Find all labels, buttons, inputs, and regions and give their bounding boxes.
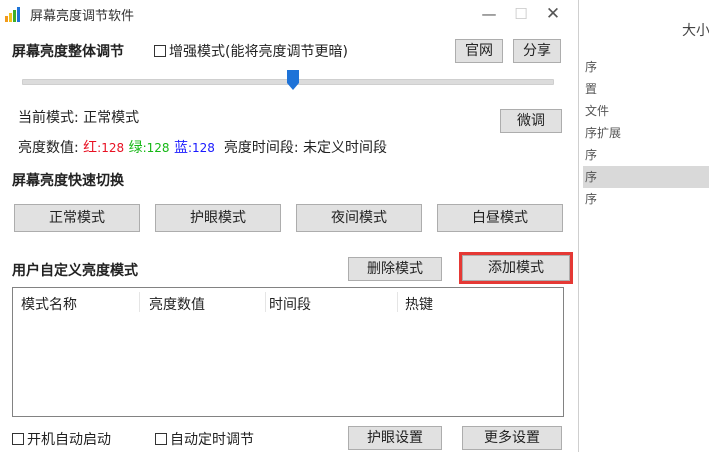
column-header-brightness[interactable]: 亮度数值 [149, 294, 205, 314]
enhance-mode-label: 增强模式(能将亮度调节更暗) [169, 44, 348, 60]
minimize-icon[interactable]: — [474, 3, 504, 25]
autostart-checkbox[interactable]: 开机自动启动 [12, 429, 111, 449]
auto-timer-label: 自动定时调节 [170, 432, 254, 448]
maximize-icon[interactable]: ☐ [506, 3, 536, 25]
background-list: 序 置 文件 序扩展 序 序 序 [583, 56, 709, 210]
brightness-app-window: 屏幕亮度调节软件 — ☐ ✕ 屏幕亮度整体调节 增强模式(能将亮度调节更暗) 官… [0, 0, 579, 452]
column-header-mode-name[interactable]: 模式名称 [21, 294, 77, 314]
column-divider[interactable] [397, 292, 398, 312]
brightness-label: 亮度数值: [18, 140, 79, 156]
current-mode-value: 正常模式 [83, 110, 140, 126]
checkbox-box[interactable] [12, 433, 24, 445]
enhance-mode-checkbox[interactable]: 增强模式(能将亮度调节更暗) [154, 41, 348, 61]
red-label: 红 [83, 140, 98, 156]
column-divider[interactable] [139, 292, 140, 312]
green-value: :128 [142, 141, 170, 155]
custom-modes-table[interactable]: 模式名称 亮度数值 时间段 热键 [12, 287, 564, 417]
background-list-item[interactable]: 序 [583, 188, 709, 210]
window-title: 屏幕亮度调节软件 [30, 9, 135, 24]
green-label: 绿 [128, 140, 143, 156]
quick-switch-section-title: 屏幕亮度快速切换 [12, 173, 124, 189]
auto-timer-checkbox[interactable]: 自动定时调节 [155, 429, 254, 449]
brightness-bars-icon [5, 7, 20, 22]
brightness-slider-thumb[interactable] [287, 70, 299, 90]
time-range-label: 亮度时间段: [223, 140, 299, 156]
blue-value: :128 [187, 141, 215, 155]
custom-modes-section-title: 用户自定义亮度模式 [12, 263, 138, 279]
eye-care-settings-button[interactable]: 护眼设置 [348, 426, 442, 450]
red-value: :128 [97, 141, 125, 155]
background-list-item[interactable]: 文件 [583, 100, 709, 122]
fine-tune-button[interactable]: 微调 [500, 109, 562, 133]
autostart-label: 开机自动启动 [27, 432, 111, 448]
background-column-header: 大小 [682, 23, 709, 39]
share-button[interactable]: 分享 [513, 39, 561, 63]
blue-label: 蓝 [173, 140, 188, 156]
column-header-time-range[interactable]: 时间段 [269, 294, 311, 314]
daylight-mode-button[interactable]: 白昼模式 [437, 204, 563, 232]
add-mode-button[interactable]: 添加模式 [462, 255, 570, 281]
background-list-item[interactable]: 置 [583, 78, 709, 100]
background-list-item-selected[interactable]: 序 [583, 166, 709, 188]
delete-mode-button[interactable]: 删除模式 [348, 257, 442, 281]
background-window: 大小 序 置 文件 序扩展 序 序 序 [578, 0, 709, 452]
eye-care-mode-button[interactable]: 护眼模式 [155, 204, 281, 232]
current-mode-label: 当前模式: [18, 110, 79, 126]
title-bar[interactable]: 屏幕亮度调节软件 — ☐ ✕ [0, 0, 578, 28]
close-icon[interactable]: ✕ [538, 3, 568, 25]
background-list-item[interactable]: 序 [583, 144, 709, 166]
brightness-values-row: 亮度数值: 红:128 绿:128 蓝:128 亮度时间段: 未定义时间段 [18, 137, 387, 157]
column-divider[interactable] [265, 292, 266, 312]
more-settings-button[interactable]: 更多设置 [462, 426, 562, 450]
time-range-value: 未定义时间段 [303, 140, 388, 156]
checkbox-box[interactable] [154, 45, 166, 57]
background-list-item[interactable]: 序 [583, 56, 709, 78]
overall-section-title: 屏幕亮度整体调节 [12, 44, 124, 60]
night-mode-button[interactable]: 夜间模式 [296, 204, 422, 232]
current-mode-row: 当前模式: 正常模式 [18, 107, 139, 127]
checkbox-box[interactable] [155, 433, 167, 445]
official-site-button[interactable]: 官网 [455, 39, 503, 63]
column-header-hotkey[interactable]: 热键 [405, 294, 433, 314]
background-list-item[interactable]: 序扩展 [583, 122, 709, 144]
normal-mode-button[interactable]: 正常模式 [14, 204, 140, 232]
